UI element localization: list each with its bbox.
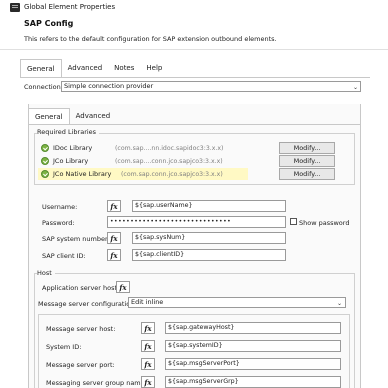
show-password-checkbox[interactable] bbox=[290, 218, 297, 225]
tab-help[interactable]: Help bbox=[140, 59, 168, 77]
msg-server-config-value: Edit inline bbox=[131, 298, 164, 306]
host-title: Host bbox=[37, 269, 55, 277]
dialog-header: SAP Config This refers to the default co… bbox=[0, 14, 388, 50]
system-id-label: System ID: bbox=[46, 343, 82, 351]
password-input[interactable]: •••••••••••••••••••••••••••••• bbox=[107, 216, 286, 228]
client-id-input[interactable]: ${sap.clientID} bbox=[132, 249, 286, 261]
system-id-input[interactable]: ${sap.systemID} bbox=[165, 340, 341, 352]
window-icon bbox=[10, 2, 20, 12]
check-circle-icon bbox=[41, 144, 49, 152]
msg-server-config-label: Message server configuration bbox=[38, 300, 135, 308]
show-password-label: Show password bbox=[299, 219, 350, 227]
chevron-down-icon: ⌄ bbox=[336, 300, 342, 307]
system-number-label: SAP system number: bbox=[42, 235, 110, 243]
window-title: Global Element Properties bbox=[24, 3, 116, 11]
fx-icon[interactable]: fx bbox=[107, 249, 121, 261]
required-libraries-title: Required Libraries bbox=[37, 128, 100, 136]
page-description: This refers to the default configuration… bbox=[24, 35, 277, 43]
msg-server-host-input[interactable]: ${sap.gatewayHost} bbox=[165, 322, 341, 334]
connection-value: Simple connection provider bbox=[64, 82, 154, 90]
fx-icon[interactable]: fx bbox=[107, 200, 121, 212]
library-path: (com.sap.conn.jco.sapjco3:3.x.x) bbox=[121, 170, 223, 178]
tab-notes[interactable]: Notes bbox=[108, 59, 140, 77]
modify-jco-native-button[interactable]: Modify... bbox=[279, 168, 335, 180]
library-path: (com.sap....nn.idoc.sapidoc3:3.x.x) bbox=[115, 144, 224, 152]
fx-icon[interactable]: fx bbox=[141, 340, 155, 352]
modify-jco-button[interactable]: Modify... bbox=[279, 155, 335, 167]
library-path: (com.sap....conn.jco.sapjco3:3.x.x) bbox=[115, 157, 223, 165]
modify-idoc-button[interactable]: Modify... bbox=[279, 142, 335, 154]
msg-server-config-select[interactable]: Edit inline ⌄ bbox=[128, 297, 346, 308]
title-bar: Global Element Properties bbox=[0, 0, 388, 14]
username-input[interactable]: ${sap.userName} bbox=[132, 200, 286, 212]
msg-server-group-label: Messaging server group name: bbox=[46, 379, 147, 387]
msg-server-group-input[interactable]: ${sap.msgServerGrp} bbox=[165, 376, 341, 388]
msg-server-port-input[interactable]: ${sap.msgServerPort} bbox=[165, 358, 341, 370]
fx-icon[interactable]: fx bbox=[141, 322, 155, 334]
connection-label: Connection bbox=[24, 83, 61, 91]
client-id-label: SAP client ID: bbox=[42, 252, 86, 260]
library-row-highlighted: JCo Native Library (com.sap.conn.jco.sap… bbox=[38, 168, 248, 180]
inner-tab-advanced[interactable]: Advanced bbox=[70, 108, 117, 124]
inner-tab-general[interactable]: General bbox=[28, 108, 70, 124]
fx-icon[interactable]: fx bbox=[116, 281, 130, 293]
inner-tab-bar: General Advanced bbox=[28, 108, 116, 124]
username-label: Username: bbox=[42, 203, 78, 211]
connection-select[interactable]: Simple connection provider ⌄ bbox=[61, 81, 361, 92]
library-name: JCo Native Library bbox=[53, 170, 112, 178]
check-circle-icon bbox=[41, 157, 49, 165]
tab-advanced[interactable]: Advanced bbox=[62, 59, 109, 77]
password-label: Password: bbox=[42, 219, 75, 227]
library-name: JCo Library bbox=[53, 157, 89, 165]
tab-general[interactable]: General bbox=[20, 59, 62, 77]
msg-server-host-label: Message server host: bbox=[46, 325, 116, 333]
library-name: IDoc Library bbox=[53, 144, 93, 152]
check-circle-icon bbox=[41, 170, 49, 178]
outer-tab-bar: General Advanced Notes Help bbox=[20, 59, 168, 77]
fx-icon[interactable]: fx bbox=[107, 232, 121, 244]
chevron-down-icon: ⌄ bbox=[352, 84, 358, 91]
msg-server-port-label: Message server port: bbox=[46, 361, 115, 369]
fx-icon[interactable]: fx bbox=[141, 358, 155, 370]
system-number-input[interactable]: ${sap.sysNum} bbox=[132, 232, 286, 244]
page-title: SAP Config bbox=[24, 19, 74, 28]
tab-divider bbox=[20, 77, 370, 78]
app-server-host-label: Application server host: bbox=[42, 284, 120, 292]
inner-tab-divider bbox=[28, 124, 361, 125]
fx-icon[interactable]: fx bbox=[141, 376, 155, 388]
